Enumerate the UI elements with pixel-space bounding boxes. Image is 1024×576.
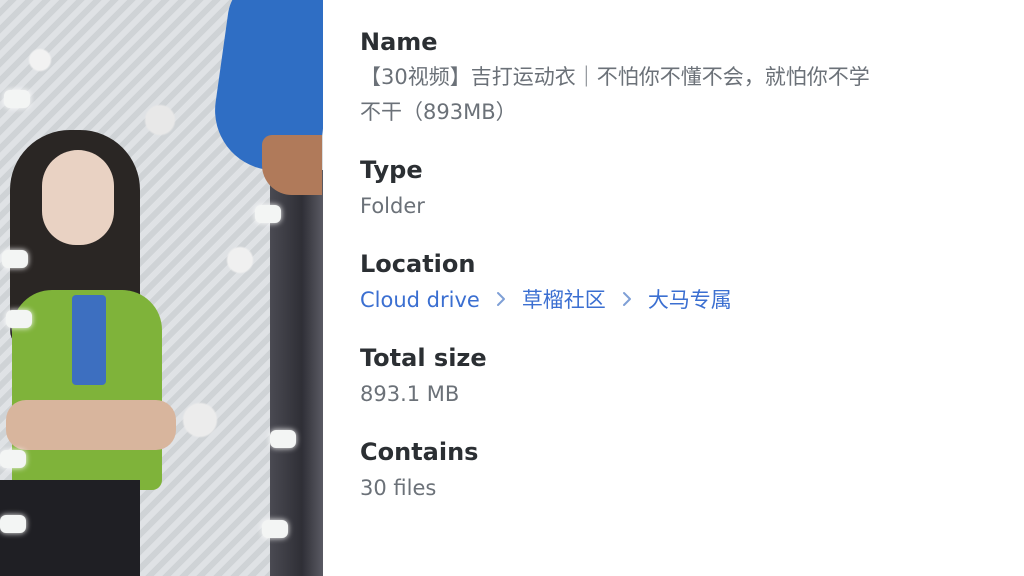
contains-label: Contains: [360, 438, 479, 466]
location-label: Location: [360, 250, 476, 278]
type-field: Type Folder: [360, 152, 1024, 224]
thumbnail-shape: [262, 135, 322, 195]
thumbnail-shape: [0, 515, 26, 533]
breadcrumb: Cloud drive 草榴社区 大马专属: [360, 282, 1024, 318]
file-info-view: Name 【30视频】吉打运动衣｜不怕你不懂不会，就怕你不学不干（893MB） …: [0, 0, 1024, 576]
name-value: 【30视频】吉打运动衣｜不怕你不懂不会，就怕你不学不干（893MB）: [360, 65, 870, 124]
thumbnail-shape: [72, 295, 106, 385]
thumbnail-shape: [255, 205, 281, 223]
folder-thumbnail[interactable]: [0, 0, 323, 576]
contains-field: Contains 30 files: [360, 434, 1024, 506]
breadcrumb-folder-3[interactable]: 大马专属: [648, 282, 732, 318]
details-panel: Name 【30视频】吉打运动衣｜不怕你不懂不会，就怕你不学不干（893MB） …: [323, 0, 1024, 576]
total-size-field: Total size 893.1 MB: [360, 340, 1024, 412]
type-label: Type: [360, 156, 423, 184]
thumbnail-shape: [262, 520, 288, 538]
total-size-value: 893.1 MB: [360, 382, 460, 406]
thumbnail-shape: [42, 150, 114, 245]
thumbnail-shape: [270, 170, 323, 576]
thumbnail-shape: [6, 400, 176, 450]
thumbnail-shape: [4, 90, 30, 108]
name-field: Name 【30视频】吉打运动衣｜不怕你不懂不会，就怕你不学不干（893MB）: [360, 24, 1024, 130]
chevron-right-icon: [496, 282, 506, 318]
location-field: Location Cloud drive 草榴社区 大马专属: [360, 246, 1024, 318]
chevron-right-icon: [622, 282, 632, 318]
thumbnail-shape: [6, 310, 32, 328]
thumbnail-shape: [2, 250, 28, 268]
contains-value: 30 files: [360, 476, 437, 500]
thumbnail-shape: [270, 430, 296, 448]
thumbnail-shape: [0, 450, 26, 468]
breadcrumb-folder-2[interactable]: 草榴社区: [522, 282, 606, 318]
breadcrumb-cloud-drive[interactable]: Cloud drive: [360, 282, 480, 318]
total-size-label: Total size: [360, 344, 487, 372]
name-label: Name: [360, 28, 438, 56]
type-value: Folder: [360, 194, 425, 218]
